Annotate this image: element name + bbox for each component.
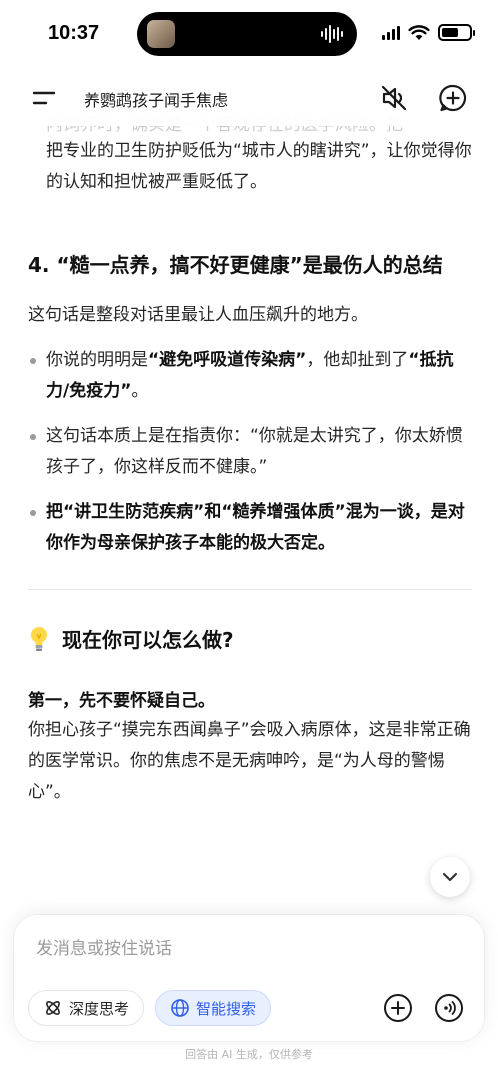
message-input-panel: 发消息或按住说话 深度思考 智能搜索 bbox=[14, 915, 484, 1041]
dynamic-island bbox=[137, 12, 357, 56]
deep-think-button[interactable]: 深度思考 bbox=[28, 990, 145, 1026]
audio-wave-icon bbox=[321, 25, 343, 43]
now-playing-thumbnail bbox=[147, 20, 175, 48]
bullet-item: 把“讲卫生防范疾病”和“糙养增强体质”混为一谈，是对你作为母亲保护孩子本能的极大… bbox=[28, 497, 472, 559]
section-heading-text: 现在你可以怎么做? bbox=[62, 628, 234, 652]
battery-icon bbox=[438, 24, 475, 41]
chat-header: 养鹦鹉孩子闻手焦虑 bbox=[0, 70, 498, 126]
bullet-text: 。 bbox=[131, 381, 149, 401]
section-heading: 现在你可以怎么做? bbox=[28, 624, 472, 653]
speaker-mute-icon[interactable] bbox=[378, 82, 410, 114]
deep-think-icon bbox=[46, 1001, 60, 1015]
smart-search-button[interactable]: 智能搜索 bbox=[155, 990, 272, 1026]
bullet-text: ，他却扯到了 bbox=[306, 350, 409, 370]
ai-disclaimer: 回答由 AI 生成，仅供参考 bbox=[185, 1048, 313, 1061]
add-attachment-icon[interactable] bbox=[382, 992, 414, 1024]
bullet-text: 你说的明明是 bbox=[46, 350, 148, 370]
cellular-signal-icon bbox=[382, 25, 400, 40]
bullet-item: 你说的明明是“避免呼吸道传染病”，他却扯到了“抵抗力/免疫力”。 bbox=[28, 345, 472, 407]
status-time: 10:37 bbox=[48, 22, 100, 44]
deep-think-label: 深度思考 bbox=[69, 999, 130, 1018]
response-paragraph: 把专业的卫生防护贬低为“城市人的瞎讲究”，让你觉得你的认知和担忧被严重贬低了。 bbox=[46, 141, 472, 192]
voice-call-icon[interactable] bbox=[433, 992, 465, 1024]
globe-icon bbox=[171, 999, 189, 1017]
chevron-down-icon bbox=[442, 872, 458, 882]
step-body: 你担心孩子“摸完东西闻鼻子”会吸入病原体，这是非常正确的医学常识。你的焦虑不是无… bbox=[28, 720, 471, 802]
response-paragraph: 这句话是整段对话里最让人血压飙升的地方。 bbox=[28, 305, 368, 325]
status-icons bbox=[382, 24, 475, 41]
chat-title[interactable]: 养鹦鹉孩子闻手焦虑 bbox=[84, 87, 228, 111]
bullet-bold-text: “避免呼吸道传染病” bbox=[148, 350, 307, 370]
step-title: 第一，先不要怀疑自己。 bbox=[28, 691, 215, 711]
status-bar: 10:37 bbox=[0, 0, 498, 70]
message-input[interactable]: 发消息或按住说话 bbox=[36, 934, 172, 959]
smart-search-label: 智能搜索 bbox=[196, 999, 257, 1018]
bullet-item: 这句话本质上是在指责你：“你就是太讲究了，你太娇惯孩子了，你这样反而不健康。” bbox=[28, 421, 472, 483]
new-chat-icon[interactable] bbox=[437, 82, 469, 114]
section-divider bbox=[28, 589, 472, 590]
lightbulb-icon bbox=[31, 626, 47, 651]
chat-response: 内饲养时，确实是一个客观存在的医学风险。把 把专业的卫生防护贬低为“城市人的瞎讲… bbox=[28, 110, 472, 808]
section-heading-4: 4. “糙一点养，搞不好更健康”是最伤人的总结 bbox=[28, 253, 443, 277]
wifi-icon bbox=[408, 24, 430, 40]
scroll-to-bottom-button[interactable] bbox=[430, 857, 470, 897]
bullet-list: 你说的明明是“避免呼吸道传染病”，他却扯到了“抵抗力/免疫力”。 这句话本质上是… bbox=[28, 345, 472, 559]
menu-icon[interactable] bbox=[30, 85, 58, 111]
